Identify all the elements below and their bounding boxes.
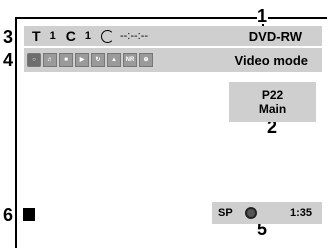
callout-6: 6: [3, 205, 14, 225]
clock-icon: [100, 29, 114, 43]
chapter-label: C: [65, 28, 76, 44]
function-icon-bar: ○ ♬ ■ ▶ ↻ ▲ NR ⊕ Video mode: [24, 48, 322, 72]
playback-time: 1:35: [289, 207, 312, 219]
picture-icon[interactable]: ▲: [107, 53, 121, 67]
angle-icon[interactable]: ▶: [75, 53, 89, 67]
audio-icon[interactable]: ♬: [43, 53, 57, 67]
display-mode: Video mode: [234, 52, 308, 68]
frame-left-line: [15, 17, 17, 248]
search-icon[interactable]: ○: [27, 53, 41, 67]
stop-icon: [23, 208, 35, 221]
callout-1: 1: [257, 6, 268, 26]
chapter-number: 1: [84, 30, 91, 42]
subtitle-icon[interactable]: ■: [59, 53, 73, 67]
title-number: 1: [49, 30, 56, 42]
program-number: P22: [261, 88, 284, 102]
disc-type: DVD-RW: [248, 28, 302, 44]
zoom-icon[interactable]: ⊕: [139, 53, 153, 67]
disc-status-bar: T 1 C 1 --:--:-- DVD-RW: [24, 26, 322, 46]
recording-speed: SP: [218, 207, 233, 219]
program-type: Main: [258, 102, 287, 116]
disc-icon: [244, 207, 257, 219]
playback-status-box: SP 1:35: [212, 202, 322, 224]
frame-top-right-line: [268, 17, 327, 19]
callout-3: 3: [3, 27, 14, 47]
noise-reduction-icon[interactable]: NR: [123, 53, 137, 67]
frame-top-line: [15, 17, 257, 19]
callout-4: 4: [3, 50, 14, 70]
program-info-box: P22 Main: [229, 82, 316, 122]
elapsed-time: --:--:--: [119, 30, 149, 42]
title-label: T: [32, 28, 41, 44]
repeat-icon[interactable]: ↻: [91, 53, 105, 67]
